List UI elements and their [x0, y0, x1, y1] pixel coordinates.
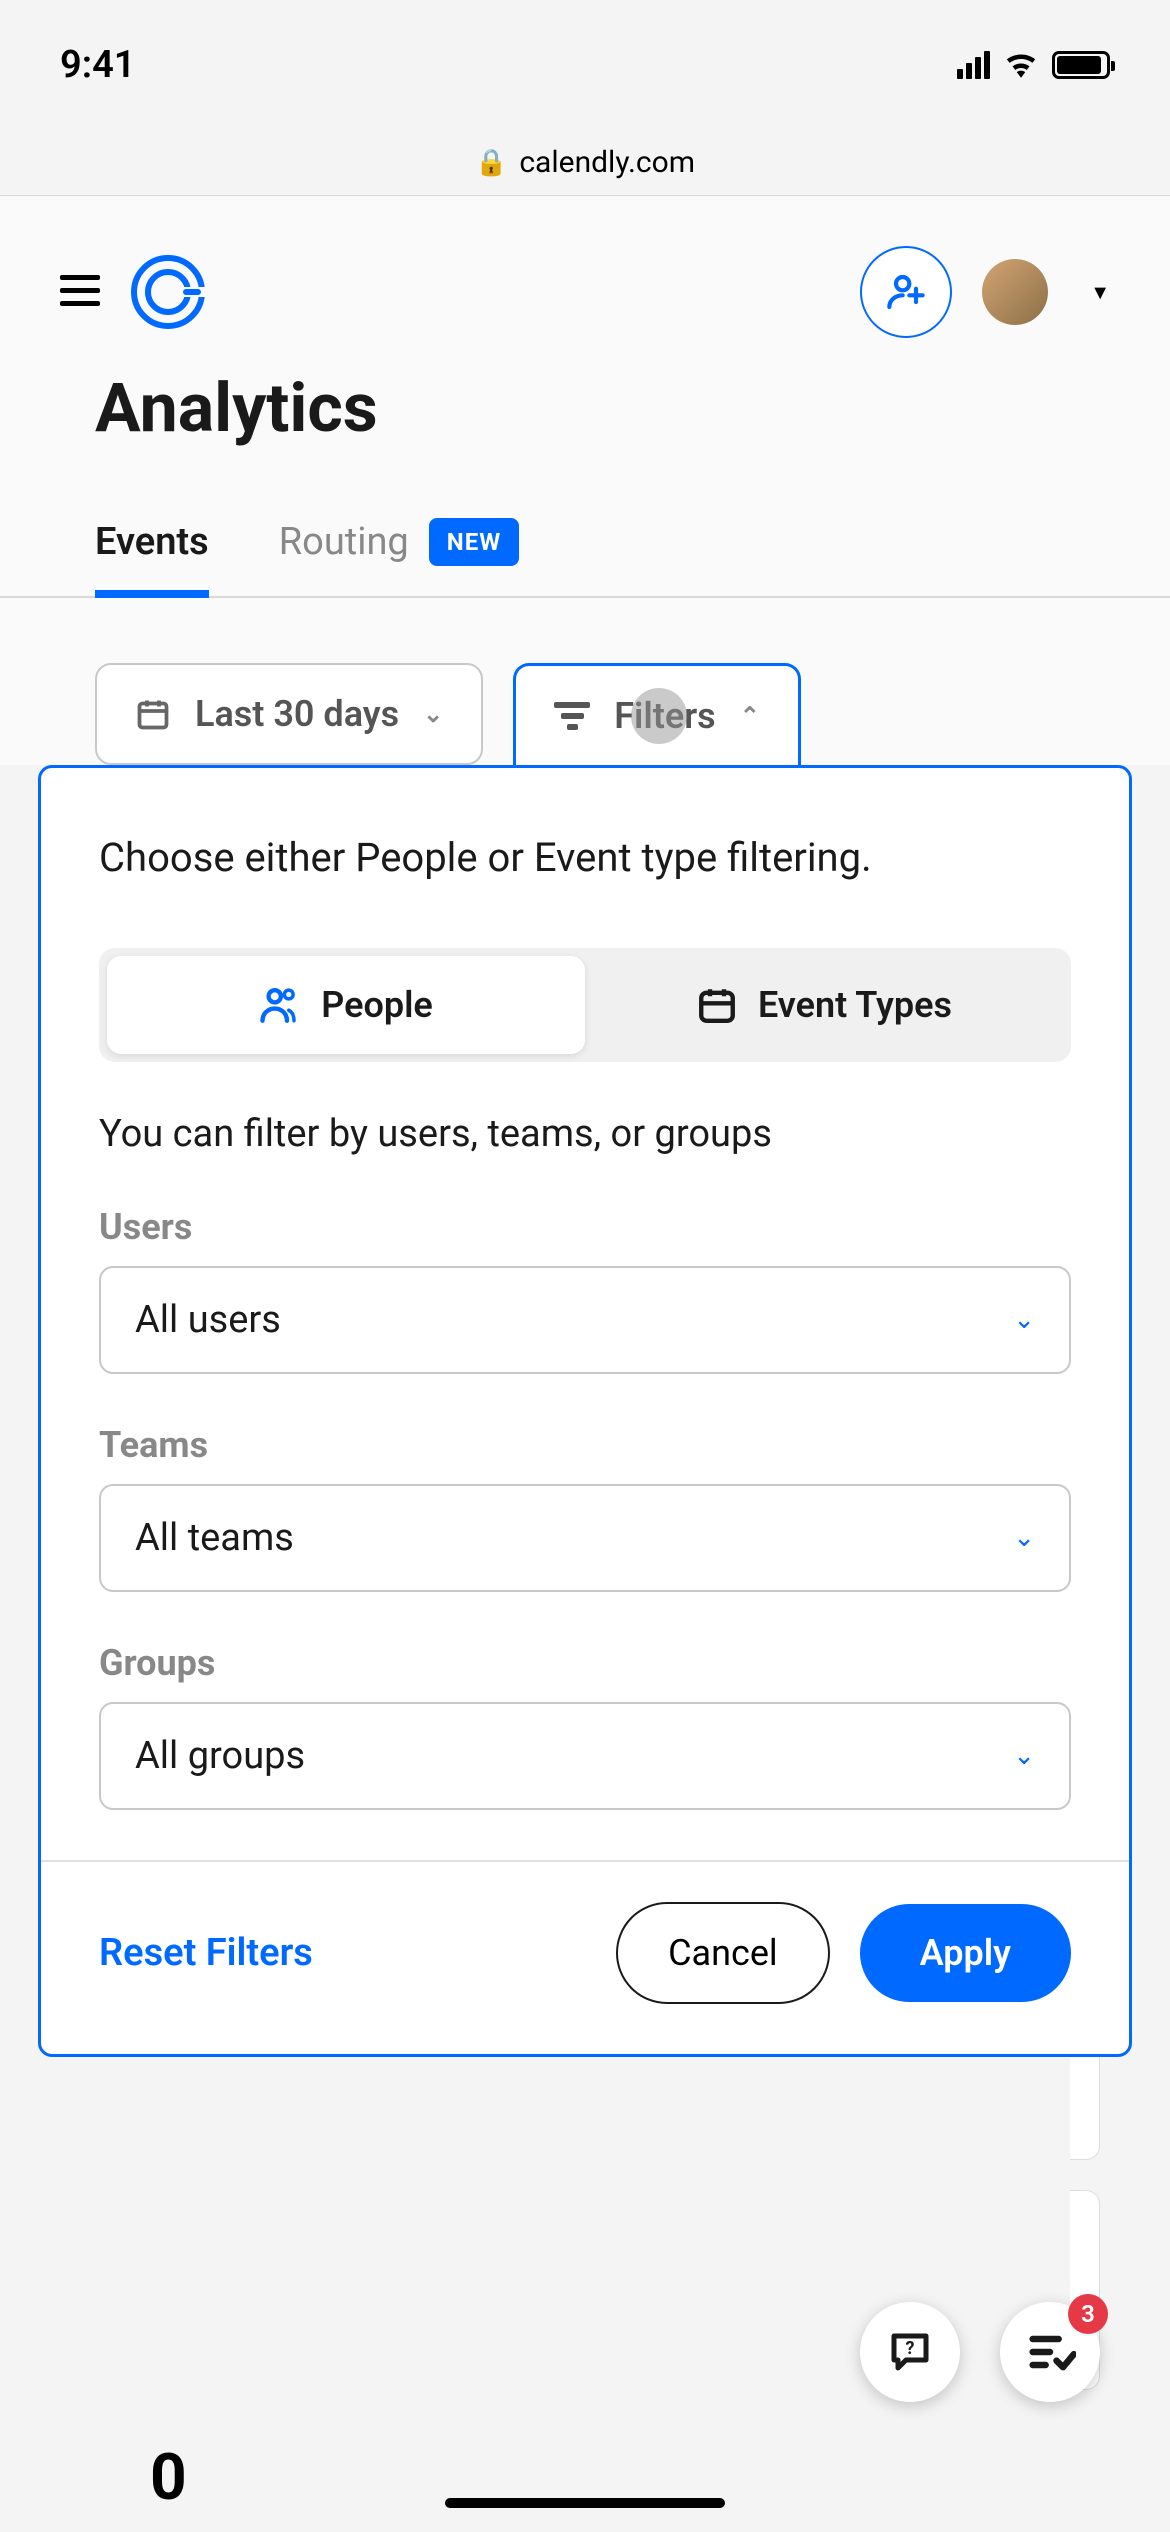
people-icon — [259, 984, 301, 1026]
segment-label: Event Types — [758, 984, 952, 1026]
tab-label: Routing — [279, 520, 409, 564]
chat-help-icon: ? — [886, 2328, 934, 2376]
browser-url-bar[interactable]: 🔒 calendly.com — [0, 130, 1170, 196]
chevron-up-icon: ⌃ — [740, 702, 760, 730]
url-text: calendly.com — [519, 145, 695, 180]
segment-label: People — [321, 984, 433, 1026]
home-indicator[interactable] — [445, 2498, 725, 2508]
groups-field: Groups All groups ⌄ — [99, 1642, 1071, 1810]
help-chat-fab[interactable]: ? — [860, 2302, 960, 2402]
wifi-icon — [1004, 52, 1038, 78]
hamburger-menu-icon[interactable] — [60, 266, 100, 318]
chevron-down-icon: ⌄ — [1013, 1741, 1035, 1771]
chevron-down-icon: ⌄ — [1013, 1305, 1035, 1335]
panel-actions: Reset Filters Cancel Apply — [99, 1862, 1071, 2054]
tab-events[interactable]: Events — [95, 498, 209, 596]
apply-button[interactable]: Apply — [860, 1904, 1071, 2002]
status-icons — [957, 51, 1110, 79]
segment-event-types[interactable]: Event Types — [585, 956, 1063, 1054]
new-badge: NEW — [429, 518, 519, 566]
date-range-selector[interactable]: Last 30 days ⌄ — [95, 663, 483, 765]
chevron-down-icon: ⌄ — [1013, 1523, 1035, 1553]
status-bar: 9:41 — [0, 0, 1170, 130]
segment-people[interactable]: People — [107, 956, 585, 1054]
checklist-icon — [1024, 2326, 1076, 2378]
filter-panel: Choose either People or Event type filte… — [38, 765, 1132, 2057]
select-value: All teams — [135, 1516, 294, 1560]
field-label: Groups — [99, 1642, 1071, 1684]
panel-heading: Choose either People or Event type filte… — [99, 828, 1071, 888]
panel-subtext: You can filter by users, teams, or group… — [99, 1112, 1071, 1156]
avatar-chevron-down-icon[interactable]: ▼ — [1090, 280, 1110, 305]
app-header: ▼ — [0, 196, 1170, 368]
teams-select[interactable]: All teams ⌄ — [99, 1484, 1071, 1592]
user-avatar[interactable] — [982, 259, 1048, 325]
reset-filters-link[interactable]: Reset Filters — [99, 1931, 586, 1975]
filter-icon — [554, 702, 590, 730]
battery-icon — [1052, 51, 1110, 79]
users-select[interactable]: All users ⌄ — [99, 1266, 1071, 1374]
add-user-icon — [886, 272, 926, 312]
tab-label: Events — [95, 520, 209, 564]
chevron-down-icon: ⌄ — [423, 700, 443, 728]
field-label: Users — [99, 1206, 1071, 1248]
teams-field: Teams All teams ⌄ — [99, 1424, 1071, 1592]
filter-controls: Last 30 days ⌄ Filters ⌃ — [0, 598, 1170, 765]
page-title: Analytics — [0, 368, 1170, 498]
cancel-button[interactable]: Cancel — [616, 1902, 830, 2004]
cellular-signal-icon — [957, 51, 990, 79]
tab-routing[interactable]: Routing NEW — [279, 498, 519, 596]
svg-text:?: ? — [906, 2338, 915, 2359]
groups-select[interactable]: All groups ⌄ — [99, 1702, 1071, 1810]
calendar-icon — [696, 984, 738, 1026]
date-range-label: Last 30 days — [195, 693, 399, 735]
select-value: All groups — [135, 1734, 305, 1778]
lock-icon: 🔒 — [475, 148, 507, 178]
calendly-logo[interactable] — [130, 254, 206, 330]
tasks-fab[interactable]: 3 — [1000, 2302, 1100, 2402]
users-field: Users All users ⌄ — [99, 1206, 1071, 1374]
status-time: 9:41 — [60, 43, 135, 87]
notification-badge: 3 — [1068, 2294, 1108, 2334]
tabs: Events Routing NEW — [0, 498, 1170, 598]
touch-indicator — [631, 688, 687, 744]
filter-type-segment: People Event Types — [99, 948, 1071, 1062]
select-value: All users — [135, 1298, 281, 1342]
calendar-icon — [135, 696, 171, 732]
background-stat-value: 0 — [150, 2440, 187, 2515]
invite-user-button[interactable] — [860, 246, 952, 338]
filters-toggle[interactable]: Filters ⌃ — [513, 663, 801, 765]
field-label: Teams — [99, 1424, 1071, 1466]
